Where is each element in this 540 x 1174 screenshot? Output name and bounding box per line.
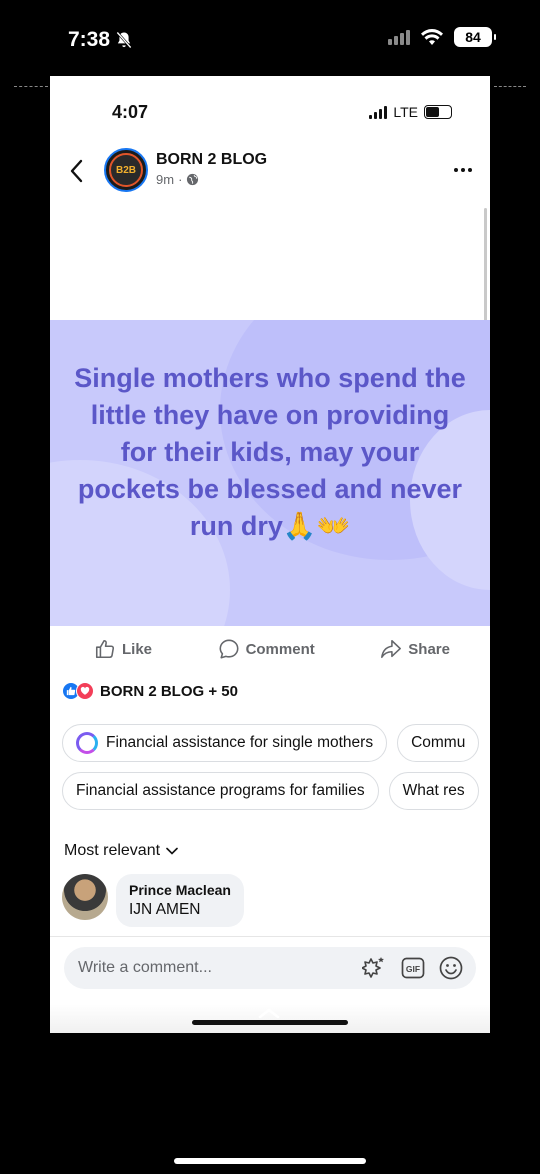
home-indicator[interactable] — [174, 1158, 366, 1164]
back-button[interactable] — [64, 156, 88, 186]
comment-composer-bar: GIF — [50, 936, 490, 1033]
reactions-text: BORN 2 BLOG + 50 — [100, 682, 238, 700]
page-logo: B2B — [109, 153, 143, 187]
composer-icons: GIF — [362, 955, 464, 981]
comment-input[interactable] — [78, 959, 362, 977]
inner-time: 4:07 — [112, 102, 149, 122]
avatar-sticker-icon[interactable] — [362, 955, 388, 981]
network-label: LTE — [393, 104, 418, 120]
page-name[interactable]: BORN 2 BLOG — [156, 151, 267, 169]
comment-text: IJN AMEN — [129, 901, 201, 918]
comment-sort-dropdown[interactable]: Most relevant — [64, 842, 178, 860]
post-screenshot: 4:07 LTE B2B BORN 2 BLOG 9m · Single mot… — [50, 76, 490, 1033]
chevron-up-icon[interactable] — [258, 1007, 280, 1019]
meta-ai-icon — [76, 732, 98, 754]
post-time[interactable]: 9m — [156, 172, 174, 187]
post-text: Single mothers who spend the little they… — [74, 363, 466, 541]
more-options-button[interactable] — [450, 158, 476, 182]
love-reaction-icon — [76, 682, 94, 700]
wifi-icon — [421, 29, 443, 45]
post-text-card: Single mothers who spend the little they… — [50, 320, 490, 626]
suggestion-text: Commu — [411, 734, 466, 751]
suggestion-chip[interactable]: What res — [388, 772, 479, 810]
share-label: Share — [408, 640, 450, 658]
home-indicator[interactable] — [192, 1020, 348, 1025]
bell-off-icon — [116, 31, 132, 49]
inner-status-icons: LTE — [369, 104, 452, 120]
suggestion-row: Financial assistance programs for famili… — [62, 772, 479, 810]
comment-bubble-icon — [219, 639, 239, 659]
battery-icon — [424, 105, 452, 119]
commenter-name[interactable]: Prince Maclean — [129, 882, 231, 898]
comment-composer: GIF — [64, 947, 476, 989]
share-button[interactable]: Share — [380, 630, 450, 668]
outer-time-text: 7:38 — [68, 28, 111, 51]
page-avatar[interactable]: B2B — [104, 148, 148, 192]
share-arrow-icon — [381, 639, 402, 659]
sort-label: Most relevant — [64, 842, 161, 859]
globe-icon — [187, 173, 199, 186]
reactions-summary[interactable]: BORN 2 BLOG + 50 — [62, 682, 238, 700]
outer-time: 7:38 — [68, 28, 134, 52]
gif-icon[interactable]: GIF — [400, 955, 426, 981]
avatar[interactable] — [62, 874, 108, 920]
emoji-icon[interactable] — [438, 955, 464, 981]
divider — [14, 86, 48, 87]
suggestion-chip[interactable]: Financial assistance programs for famili… — [62, 772, 379, 810]
signal-icon — [388, 29, 410, 45]
comment-item: Prince Maclean IJN AMEN — [62, 874, 244, 927]
page-logo-text: B2B — [115, 164, 136, 176]
outer-status-icons: 84 — [388, 27, 496, 47]
svg-text:GIF: GIF — [406, 964, 420, 974]
chevron-down-icon — [166, 847, 178, 855]
suggestion-text: Financial assistance for single mothers — [106, 734, 374, 751]
battery-level: 84 — [465, 29, 481, 45]
reaction-icons — [62, 682, 94, 700]
thumbs-up-icon — [95, 639, 115, 659]
suggestion-text: What res — [402, 782, 465, 799]
divider — [494, 86, 526, 87]
outer-status-bar: 7:38 84 — [0, 0, 540, 80]
post-header: B2B BORN 2 BLOG 9m · — [50, 144, 490, 198]
suggestion-chip[interactable]: Financial assistance for single mothers — [62, 724, 388, 762]
post-meta: 9m · — [156, 172, 199, 187]
suggestion-row: Financial assistance for single mothers … — [62, 724, 480, 762]
comment-label: Comment — [245, 640, 315, 658]
comment-button[interactable]: Comment — [218, 630, 315, 668]
inner-status-bar: 4:07 LTE — [50, 76, 490, 136]
meta-separator: · — [178, 172, 183, 187]
like-button[interactable]: Like — [94, 630, 152, 668]
post-actions: Like Comment Share — [50, 630, 490, 668]
comment-bubble[interactable]: Prince Maclean IJN AMEN — [116, 874, 244, 927]
battery-icon: 84 — [454, 27, 496, 47]
chevron-left-icon — [70, 159, 83, 183]
cell-signal-icon — [369, 105, 388, 119]
suggestion-text: Financial assistance programs for famili… — [76, 782, 365, 799]
like-label: Like — [122, 640, 153, 658]
suggestion-chip[interactable]: Commu — [397, 724, 480, 762]
